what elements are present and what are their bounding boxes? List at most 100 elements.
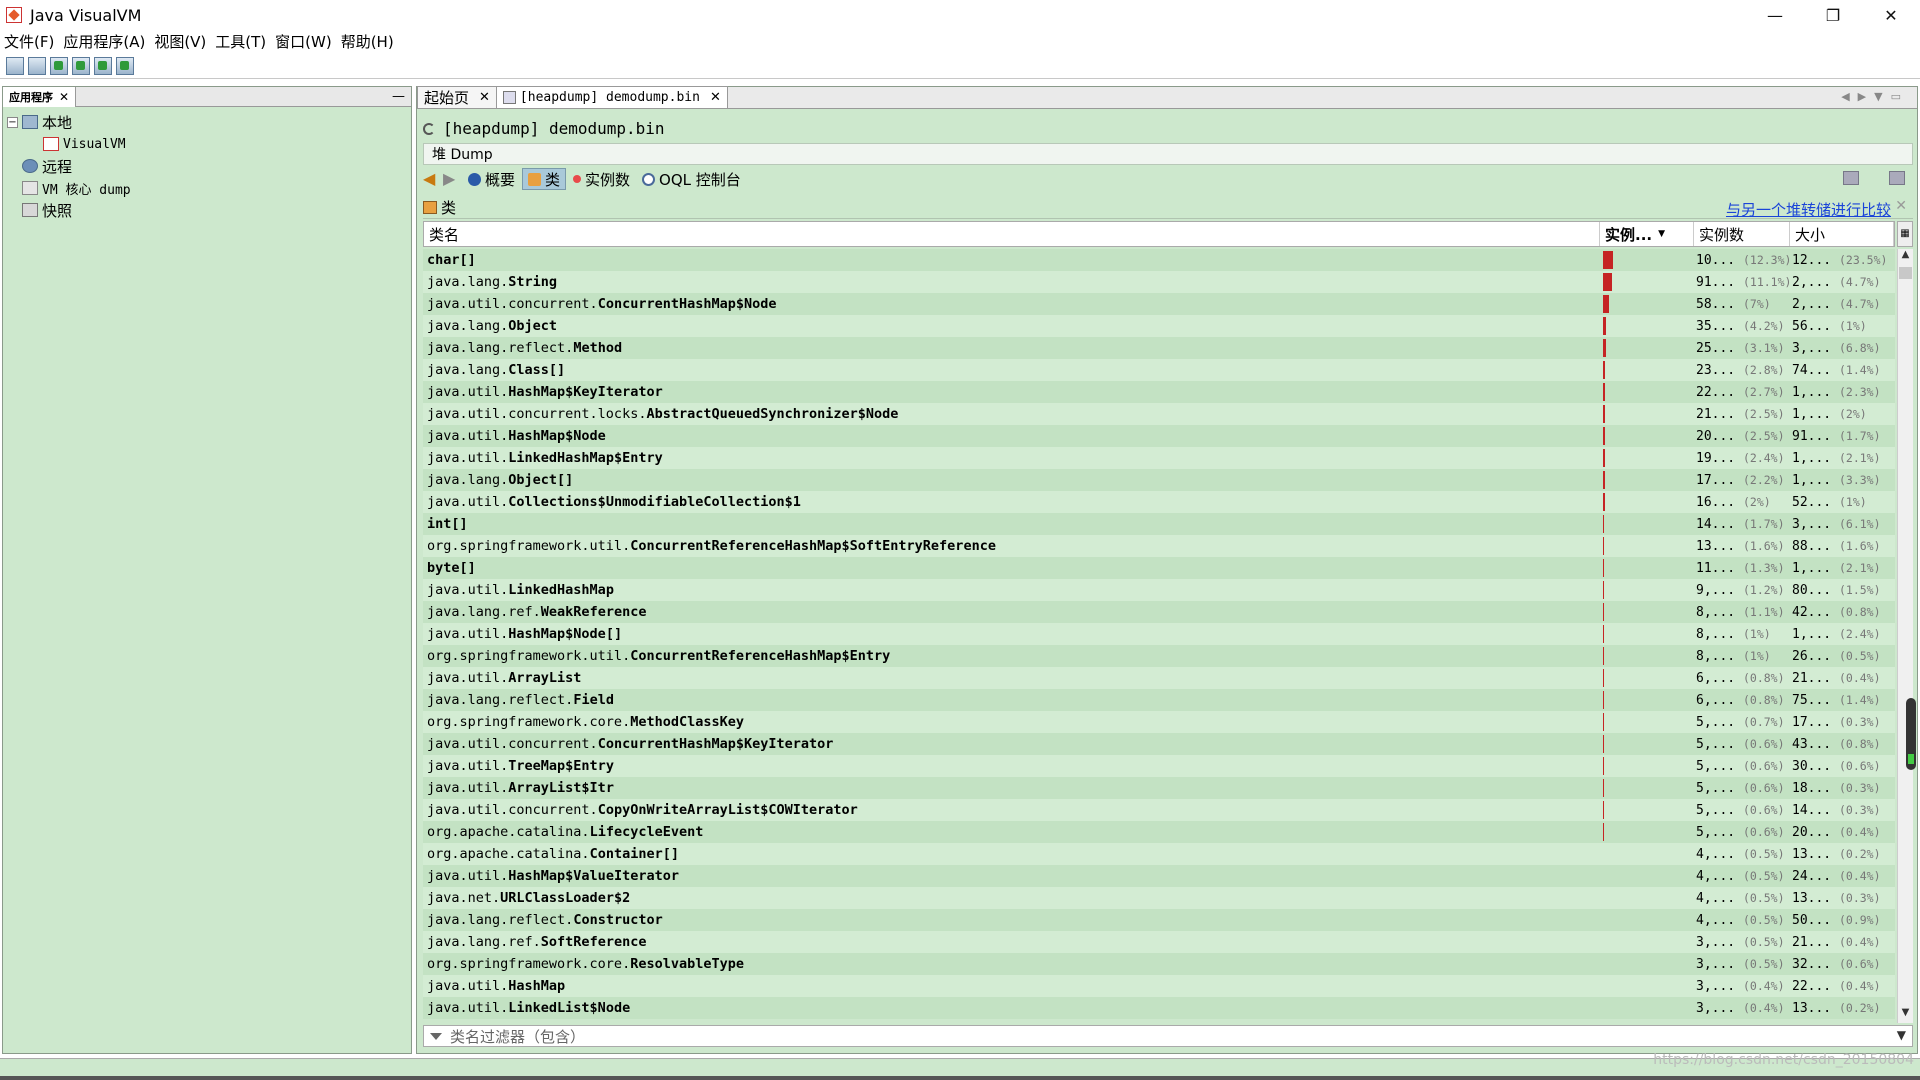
table-row[interactable]: java.util.Collections$UnmodifiableCollec… — [423, 491, 1895, 513]
table-row[interactable]: java.lang.String 91... (11.1%) 2,... (4.7%… — [423, 271, 1895, 293]
instances-view-button[interactable]: 实例数 — [568, 168, 635, 190]
size-cell: 1,... (2%) — [1789, 407, 1893, 422]
forward-arrow-icon[interactable]: ▶ — [443, 171, 461, 187]
table-row[interactable]: java.util.LinkedList$Node 3,... (0.4%) 13.… — [423, 997, 1895, 1019]
minimize-panel-icon[interactable]: — — [392, 89, 405, 104]
table-row[interactable]: java.lang.Object[] 17... (2.2%) 1,... (3.3… — [423, 469, 1895, 491]
table-row[interactable]: java.lang.ref.WeakReference 8,... (1.1%) 4… — [423, 601, 1895, 623]
load-snapshot-icon[interactable] — [6, 56, 24, 75]
column-header-instances[interactable]: 实例数 — [1694, 222, 1790, 246]
tab-applications[interactable]: 应用程序 ✕ — [3, 86, 77, 107]
instances-percent: (2.7%) — [1742, 384, 1785, 399]
column-header-size[interactable]: 大小 — [1790, 222, 1894, 246]
filter-icon[interactable] — [430, 1032, 442, 1040]
menu-file[interactable]: 文件(F) — [4, 31, 54, 52]
table-row[interactable]: org.springframework.util.ConcurrentRefer… — [423, 535, 1895, 557]
menu-help[interactable]: 帮助(H) — [341, 31, 394, 52]
table-row[interactable]: org.springframework.core.MethodClassKey 5… — [423, 711, 1895, 733]
instances-value: 5,... — [1696, 736, 1736, 752]
table-row[interactable]: java.lang.Class[] 23... (2.8%) 74... (1.4%… — [423, 359, 1895, 381]
close-icon[interactable]: ✕ — [710, 90, 721, 105]
table-row[interactable]: java.util.HashMap$ValueIterator 4,... (0.… — [423, 865, 1895, 887]
table-row[interactable]: java.util.HashMap$KeyIterator 22... (2.7%… — [423, 381, 1895, 403]
tree-node-local[interactable]: − 本地 — [7, 111, 411, 133]
close-icon[interactable]: ✕ — [1895, 198, 1907, 214]
table-row[interactable]: java.util.LinkedHashMap 9,... (1.2%) 80...… — [423, 579, 1895, 601]
table-row[interactable]: org.springframework.util.ConcurrentRefer… — [423, 645, 1895, 667]
tree-node-snapshots[interactable]: 快照 — [7, 199, 411, 221]
filter-dropdown-icon[interactable]: ▼ — [1897, 1028, 1906, 1042]
table-row[interactable]: java.util.concurrent.CopyOnWriteArrayLis… — [423, 799, 1895, 821]
minimize-button[interactable]: — — [1746, 0, 1804, 30]
table-row[interactable]: java.util.HashMap$Node 20... (2.5%) 91... … — [423, 425, 1895, 447]
table-row[interactable]: java.util.ArrayList$Itr 5,... (0.6%) 18...… — [423, 777, 1895, 799]
scroll-down-icon[interactable]: ▼ — [1898, 1007, 1913, 1023]
instances-bar-cell — [1599, 293, 1693, 315]
collapse-icon[interactable]: − — [7, 116, 18, 128]
instances-cell: 8,... (1%) — [1693, 627, 1789, 642]
table-row[interactable]: org.apache.catalina.LifecycleEvent 5,... … — [423, 821, 1895, 843]
close-button[interactable]: ✕ — [1862, 0, 1920, 30]
maximize-button[interactable]: ❐ — [1804, 0, 1862, 30]
table-row[interactable]: java.lang.ref.SoftReference 3,... (0.5%) 2… — [423, 931, 1895, 953]
compare-heapdump-link[interactable]: 与另一个堆转储进行比较 — [1726, 199, 1891, 220]
oql-console-button[interactable]: OQL 控制台 — [637, 168, 746, 190]
tab-start-page[interactable]: 起始页 ✕ — [417, 86, 497, 108]
table-row[interactable]: org.springframework.core.ResolvableType 3… — [423, 953, 1895, 975]
table-row[interactable]: java.net.URLClassLoader$2 4,... (0.5%) 13.… — [423, 887, 1895, 909]
column-header-class-name[interactable]: 类名 — [424, 222, 1600, 246]
add-remote-host-icon[interactable] — [72, 56, 90, 75]
table-row[interactable]: java.util.LinkedHashMap$Entry 19... (2.4%… — [423, 447, 1895, 469]
tab-heapdump[interactable]: [heapdump] demodump.bin ✕ — [495, 86, 728, 108]
menu-applications[interactable]: 应用程序(A) — [63, 31, 145, 52]
table-row[interactable]: java.lang.reflect.Method 25... (3.1%) 3,..… — [423, 337, 1895, 359]
menu-tools[interactable]: 工具(T) — [215, 31, 266, 52]
add-jmx-connection-icon[interactable] — [50, 56, 68, 75]
instances-value: 8,... — [1696, 648, 1736, 664]
class-simple-name: HashMap — [508, 978, 566, 994]
view-toolbar: ◀ ▶ 概要 类 实例数 OQL 控制台 — [423, 167, 1913, 191]
add-vm-coredump-icon[interactable] — [94, 56, 112, 75]
back-arrow-icon[interactable]: ◀ — [423, 171, 441, 187]
save-heapdump-icon[interactable] — [1843, 171, 1859, 185]
table-row[interactable]: org.apache.catalina.Container[] 4,... (0.… — [423, 843, 1895, 865]
size-value: 52... — [1792, 494, 1832, 510]
table-row[interactable]: java.util.concurrent.ConcurrentHashMap$N… — [423, 293, 1895, 315]
table-row[interactable]: java.util.ArrayList 6,... (0.8%) 21... (0.… — [423, 667, 1895, 689]
table-row[interactable]: char[] 10... (12.3%) 12... (23.5%) — [423, 249, 1895, 271]
size-value: 20... — [1792, 824, 1832, 840]
table-scrollbar[interactable]: ▲ ▼ — [1897, 249, 1913, 1023]
table-row[interactable]: java.lang.reflect.Constructor 4,... (0.5%… — [423, 909, 1895, 931]
export-icon[interactable] — [1889, 171, 1905, 185]
menu-view[interactable]: 视图(V) — [154, 31, 206, 52]
menu-window[interactable]: 窗口(W) — [275, 31, 332, 52]
table-row[interactable]: java.util.HashMap$Node[] 8,... (1%) 1,... … — [423, 623, 1895, 645]
column-header-instances-bar[interactable]: 实例... ▼ — [1600, 222, 1694, 246]
table-row[interactable]: java.util.concurrent.locks.AbstractQueue… — [423, 403, 1895, 425]
column-chooser-icon[interactable]: ▦ — [1897, 221, 1913, 247]
class-simple-name: LinkedHashMap — [508, 582, 614, 598]
summary-view-button[interactable]: 概要 — [463, 168, 520, 190]
tree-node-vm-coredump[interactable]: VM 核心 dump — [7, 177, 411, 199]
close-icon[interactable]: ✕ — [59, 90, 69, 104]
table-row[interactable]: java.lang.reflect.Field 6,... (0.8%) 75...… — [423, 689, 1895, 711]
size-value: 56... — [1792, 318, 1832, 334]
classes-view-button[interactable]: 类 — [522, 168, 567, 190]
close-icon[interactable]: ✕ — [479, 90, 490, 105]
table-row[interactable]: byte[] 11... (1.3%) 1,... (2.1%) — [423, 557, 1895, 579]
table-row[interactable]: java.util.TreeMap$Entry 5,... (0.6%) 30...… — [423, 755, 1895, 777]
take-snapshot-icon[interactable] — [116, 56, 134, 75]
class-filter-placeholder[interactable]: 类名过滤器（包含） — [450, 1026, 585, 1047]
tree-node-visualvm[interactable]: VisualVM — [7, 133, 411, 155]
tree-node-remote[interactable]: 远程 — [7, 155, 411, 177]
scrollbar-thumb[interactable] — [1899, 267, 1912, 279]
tab-navigation-icons[interactable]: ◀▶▼▭ — [1841, 90, 1909, 103]
class-filter-bar[interactable]: 类名过滤器（包含） ▼ — [423, 1025, 1913, 1047]
scroll-up-icon[interactable]: ▲ — [1898, 249, 1913, 265]
table-row[interactable]: int[] 14... (1.7%) 3,... (6.1%) — [423, 513, 1895, 535]
table-row[interactable]: java.lang.Object 35... (4.2%) 56... (1%) — [423, 315, 1895, 337]
table-row[interactable]: java.util.HashMap 3,... (0.4%) 22... (0.4%… — [423, 975, 1895, 997]
table-row[interactable]: java.util.concurrent.ConcurrentHashMap$K… — [423, 733, 1895, 755]
save-icon[interactable] — [28, 56, 46, 75]
size-cell: 13... (0.3%) — [1789, 891, 1893, 906]
